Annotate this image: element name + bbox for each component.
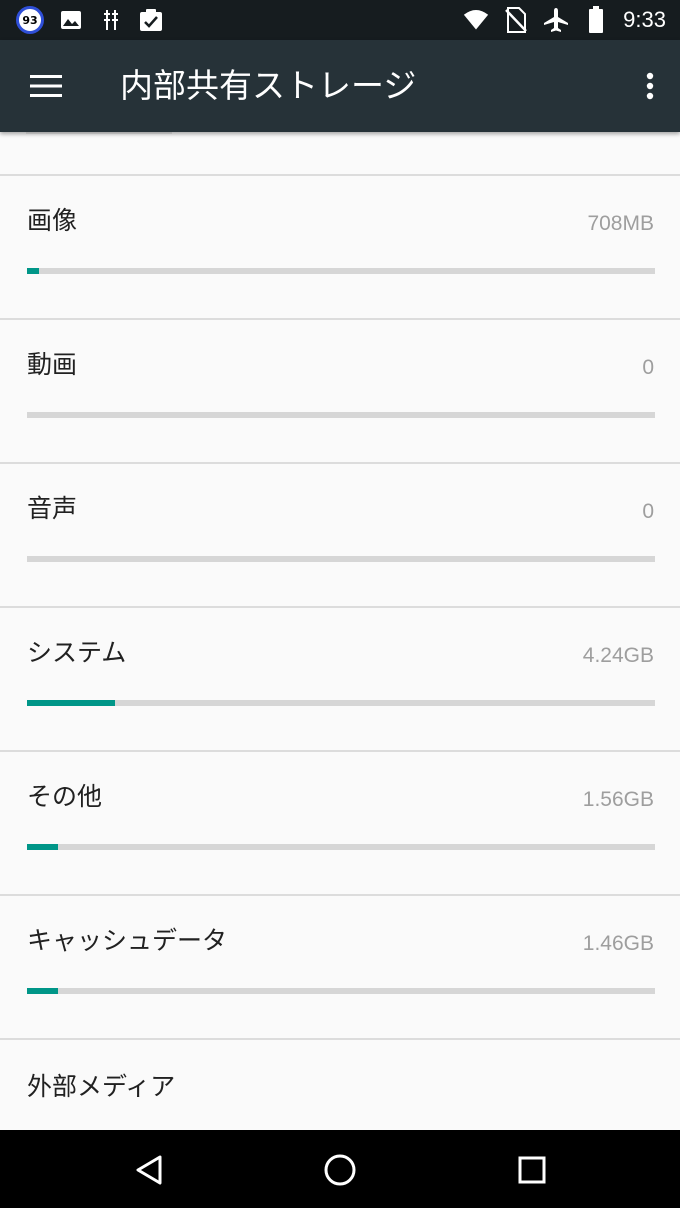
overflow-menu-button[interactable] [636,62,664,110]
storage-item-size: 1.56GB [582,788,654,811]
usage-bar-fill [27,700,115,706]
storage-item-size: 1.46GB [582,932,654,955]
page-title: 内部共有ストレージ [120,66,417,105]
home-button[interactable] [312,1142,368,1198]
storage-item-system[interactable]: システム 4.24GB [0,608,680,752]
storage-item-size: 4.24GB [582,644,654,667]
usage-bar-fill [27,988,59,994]
battery-icon [583,6,609,34]
navigation-menu-button[interactable] [22,62,70,110]
storage-item-images[interactable]: 画像 708MB [0,176,680,320]
storage-item-label: キャッシュデータ [27,926,228,955]
storage-item-cache[interactable]: キャッシュデータ 1.46GB [0,896,680,1040]
list-top-divider [0,132,680,176]
clock-time: 9:33 [623,7,666,32]
airplane-icon [543,6,569,34]
usage-bar [27,268,655,274]
wifi-icon [463,6,489,34]
usage-bar [27,556,655,562]
storage-item-label: システム [27,638,127,667]
storage-item-audio[interactable]: 音声 0 [0,464,680,608]
status-bar: 93 9:33 [0,0,680,40]
usage-bar [27,844,655,850]
storage-item-size: 0 [642,356,654,379]
storage-item-external-media[interactable]: 外部メディア [0,1040,680,1130]
notification-count-badge: 93 [16,6,44,34]
image-icon [58,6,84,34]
back-triangle-icon [136,1155,162,1185]
storage-category-list: 画像 708MB 動画 0 音声 0 システム 4.24GB その他 1.56G… [0,132,680,1130]
storage-item-label: その他 [27,782,103,811]
home-circle-icon [324,1154,356,1186]
usage-bar [27,700,655,706]
usage-bar-fill [27,844,59,850]
back-button[interactable] [121,1142,177,1198]
storage-item-videos[interactable]: 動画 0 [0,320,680,464]
storage-item-size: 0 [642,500,654,523]
storage-item-label: 外部メディア [27,1072,176,1101]
storage-item-other[interactable]: その他 1.56GB [0,752,680,896]
recents-square-icon [518,1156,546,1184]
hamburger-menu-icon [30,75,62,97]
storage-item-size: 708MB [587,212,654,235]
usage-bar [27,988,655,994]
no-sim-icon [503,6,529,34]
usage-bar [27,412,655,418]
storage-item-label: 音声 [27,494,78,523]
storage-item-label: 動画 [27,350,78,379]
usage-bar-fill [27,268,39,274]
usb-debug-icon [98,6,124,34]
clipboard-check-icon [138,6,164,34]
storage-item-label: 画像 [27,206,78,235]
system-navigation-bar [0,1130,680,1208]
app-toolbar: 内部共有ストレージ [0,40,680,132]
more-vert-icon [646,72,654,100]
recents-button[interactable] [504,1142,560,1198]
